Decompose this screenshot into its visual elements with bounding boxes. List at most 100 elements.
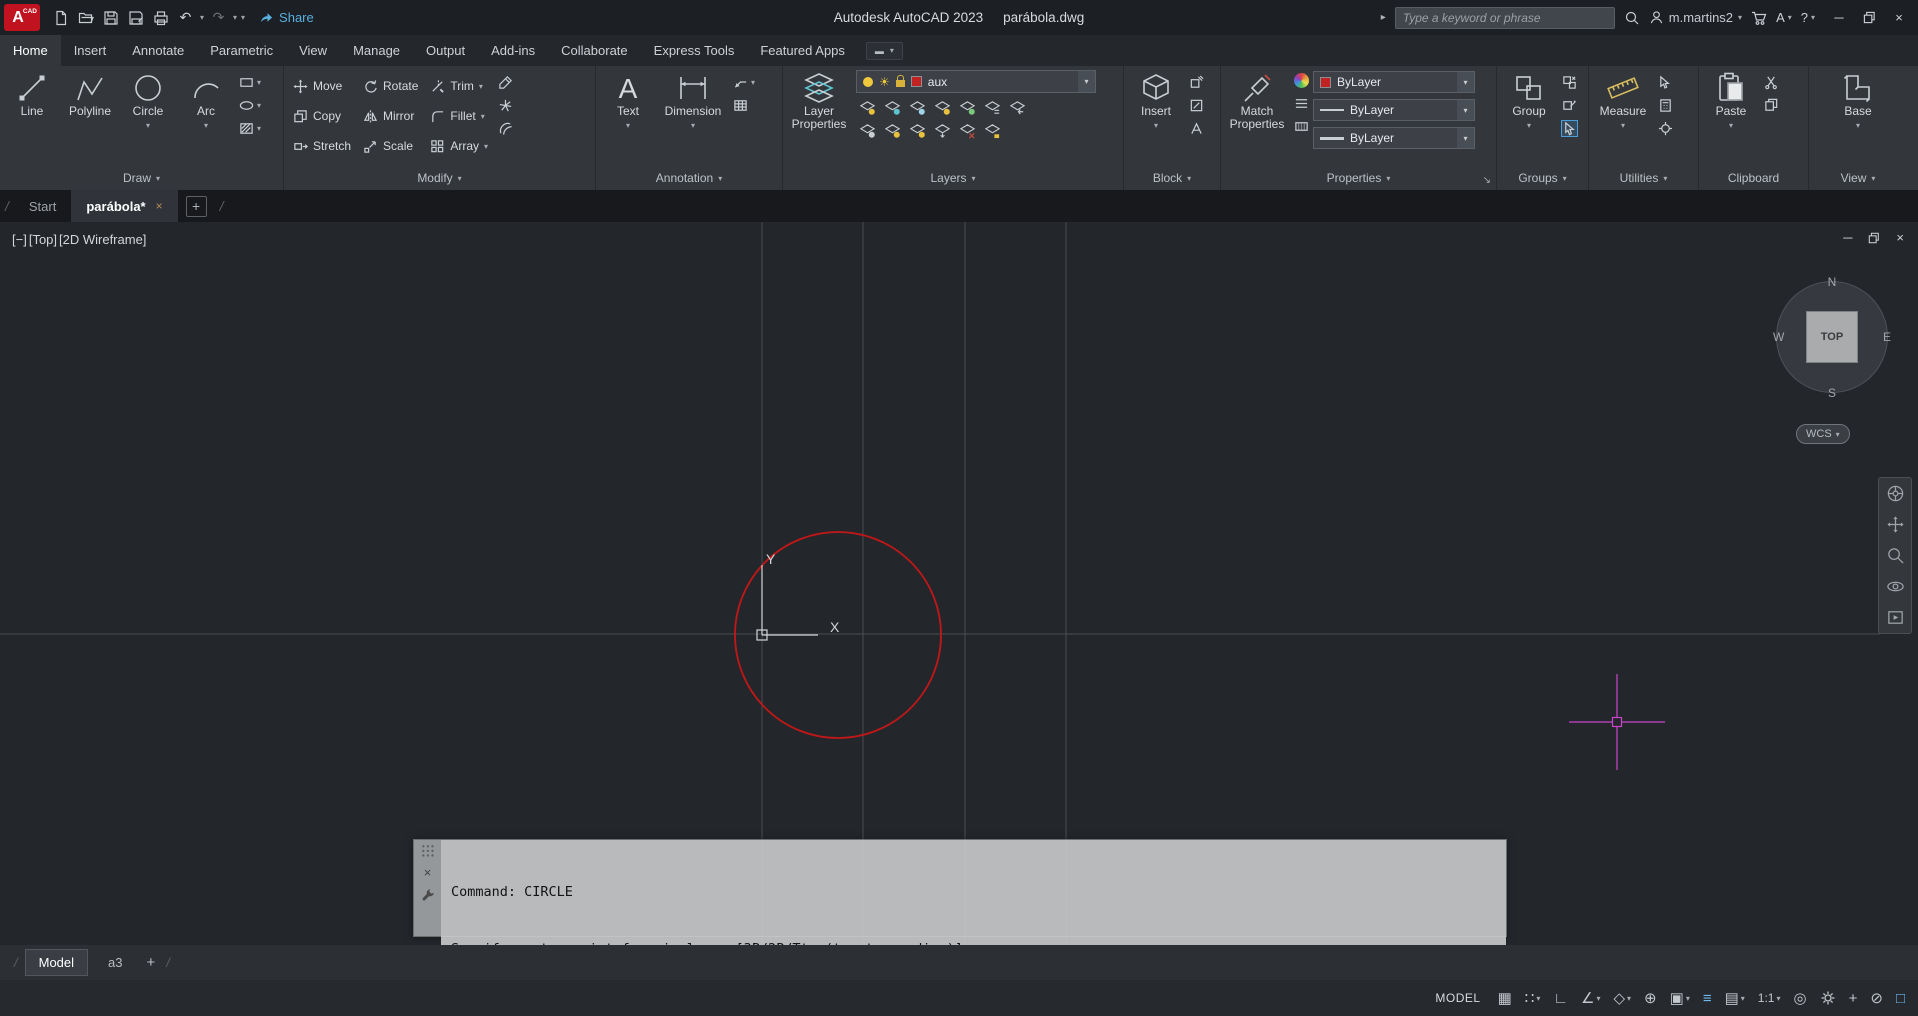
paste-dropdown-icon[interactable]: ▾ bbox=[1729, 119, 1733, 132]
wcs-menu[interactable]: WCS ▾ bbox=[1796, 424, 1850, 444]
tab-view[interactable]: View bbox=[286, 35, 340, 66]
model-space-toggle[interactable]: MODEL bbox=[1426, 991, 1489, 1005]
insert-block-button[interactable]: Insert ▾ bbox=[1127, 68, 1185, 166]
drawing-minimize-button[interactable]: ─ bbox=[1843, 230, 1852, 245]
define-attribute-button[interactable] bbox=[1189, 121, 1204, 136]
dropdown-icon[interactable]: ▾ bbox=[1686, 994, 1690, 1003]
tab-parametric[interactable]: Parametric bbox=[197, 35, 286, 66]
clean-screen-button[interactable]: □ bbox=[1891, 985, 1910, 1011]
grid-display-toggle[interactable]: ▦ bbox=[1493, 985, 1517, 1011]
fillet-dropdown-icon[interactable]: ▾ bbox=[481, 112, 485, 121]
arc-dropdown-icon[interactable]: ▾ bbox=[204, 119, 208, 132]
linetype-dropdown-arrow[interactable]: ▾ bbox=[1457, 100, 1474, 120]
dropdown-icon[interactable]: ▾ bbox=[1776, 994, 1780, 1003]
lineweight-dropdown-arrow[interactable]: ▾ bbox=[1457, 128, 1474, 148]
dropdown-icon[interactable]: ▾ bbox=[1741, 994, 1745, 1003]
layer-thaw-all-button[interactable] bbox=[884, 122, 901, 139]
layer-lock-button[interactable] bbox=[934, 99, 951, 116]
status-customization-button[interactable]: + bbox=[1844, 985, 1863, 1011]
tab-add-ins[interactable]: Add-ins bbox=[478, 35, 548, 66]
command-window-grip[interactable] bbox=[420, 844, 435, 858]
circle-button[interactable]: Circle ▾ bbox=[119, 68, 177, 166]
drawing-area[interactable]: Y X [−] [Top] [2D Wireframe] ─ × N W E S… bbox=[0, 222, 1918, 945]
trim-button[interactable]: Trim ▾ bbox=[424, 71, 494, 101]
tab-layout-a3[interactable]: a3 bbox=[95, 950, 135, 975]
steering-wheel-button[interactable] bbox=[1886, 484, 1905, 503]
orbit-button[interactable] bbox=[1886, 577, 1905, 596]
array-button[interactable]: Array ▾ bbox=[424, 131, 494, 161]
offset-button[interactable] bbox=[498, 121, 513, 136]
layer-color-swatch[interactable] bbox=[910, 76, 922, 87]
save-as-button[interactable] bbox=[123, 5, 148, 30]
tab-annotate[interactable]: Annotate bbox=[119, 35, 197, 66]
layer-match-button[interactable] bbox=[984, 99, 1001, 116]
dropdown-icon[interactable]: ▾ bbox=[1536, 994, 1540, 1003]
circle-dropdown-icon[interactable]: ▾ bbox=[146, 119, 150, 132]
group-button[interactable]: Group ▾ bbox=[1500, 68, 1558, 166]
share-button[interactable]: Share bbox=[259, 10, 314, 25]
hatch-button[interactable]: ▾ bbox=[239, 121, 261, 136]
layer-properties-button[interactable]: Layer Properties bbox=[786, 68, 852, 166]
close-button[interactable]: × bbox=[1884, 0, 1914, 35]
viewcube[interactable]: N W E S TOP bbox=[1772, 275, 1892, 400]
color-wheel-button[interactable] bbox=[1294, 73, 1309, 88]
object-color-dropdown[interactable]: ByLayer ▾ bbox=[1313, 71, 1475, 93]
transparency-button[interactable] bbox=[1294, 119, 1309, 134]
search-collapse-icon[interactable]: ▸ bbox=[1381, 12, 1386, 23]
rectangle-button[interactable]: ▾ bbox=[239, 75, 261, 90]
view-panel-label[interactable]: View ▾ bbox=[1809, 166, 1907, 190]
layer-delete-button[interactable] bbox=[959, 122, 976, 139]
table-button[interactable] bbox=[733, 98, 755, 113]
insert-dropdown-icon[interactable]: ▾ bbox=[1154, 119, 1158, 132]
color-dropdown-arrow[interactable]: ▾ bbox=[1457, 72, 1474, 92]
tab-express-tools[interactable]: Express Tools bbox=[641, 35, 748, 66]
tab-start[interactable]: Start bbox=[14, 190, 71, 222]
autodesk-account-button[interactable]: A ▾ bbox=[1776, 10, 1792, 25]
close-tab-icon[interactable]: × bbox=[156, 199, 163, 213]
plot-button[interactable] bbox=[148, 5, 173, 30]
layer-thaw-icon[interactable]: ☀ bbox=[879, 76, 890, 88]
viewcube-north[interactable]: N bbox=[1772, 275, 1892, 289]
search-button[interactable] bbox=[1624, 10, 1640, 26]
user-account-button[interactable]: m.martins2 ▾ bbox=[1649, 10, 1742, 25]
layer-dropdown[interactable]: ☀ aux ▾ bbox=[856, 70, 1096, 93]
trim-dropdown-icon[interactable]: ▾ bbox=[479, 82, 483, 91]
search-field[interactable] bbox=[1394, 6, 1615, 29]
id-point-button[interactable] bbox=[1658, 121, 1673, 136]
dialog-launcher-icon[interactable]: ↘ bbox=[1483, 175, 1491, 186]
workspace-settings-button[interactable] bbox=[1815, 985, 1841, 1011]
view-control[interactable]: [Top] bbox=[29, 232, 57, 247]
copy-button[interactable]: Copy bbox=[287, 101, 357, 131]
drawing-restore-button[interactable] bbox=[1868, 232, 1880, 244]
match-properties-button[interactable]: Match Properties bbox=[1224, 68, 1290, 166]
dropdown-icon[interactable]: ▾ bbox=[1596, 994, 1600, 1003]
save-button[interactable] bbox=[98, 5, 123, 30]
text-dropdown-icon[interactable]: ▾ bbox=[626, 119, 630, 132]
layer-lock-icon[interactable] bbox=[895, 75, 905, 87]
block-editor-button[interactable] bbox=[1189, 98, 1204, 113]
viewcube-top-face[interactable]: TOP bbox=[1806, 311, 1858, 363]
layer-unlock-button[interactable] bbox=[984, 122, 1001, 139]
tab-insert[interactable]: Insert bbox=[61, 35, 120, 66]
viewcube-west[interactable]: W bbox=[1773, 330, 1784, 344]
redo-dropdown-icon[interactable]: ▾ bbox=[233, 13, 237, 22]
polyline-button[interactable]: Polyline bbox=[61, 68, 119, 166]
layer-previous-button[interactable] bbox=[1009, 99, 1026, 116]
array-dropdown-icon[interactable]: ▾ bbox=[484, 142, 488, 151]
layer-freeze-button[interactable] bbox=[909, 99, 926, 116]
erase-button[interactable] bbox=[498, 75, 513, 90]
isodraft-toggle[interactable]: ◇ ▾ bbox=[1608, 985, 1636, 1011]
arc-button[interactable]: Arc ▾ bbox=[177, 68, 235, 166]
dimension-dropdown-icon[interactable]: ▾ bbox=[691, 119, 695, 132]
annotation-panel-label[interactable]: Annotation ▾ bbox=[596, 166, 782, 190]
tab-collaborate[interactable]: Collaborate bbox=[548, 35, 641, 66]
dimension-button[interactable]: Dimension ▾ bbox=[657, 68, 729, 166]
pan-button[interactable] bbox=[1886, 515, 1905, 534]
copy-clip-button[interactable] bbox=[1764, 98, 1779, 113]
create-block-button[interactable] bbox=[1189, 75, 1204, 90]
quick-select-button[interactable] bbox=[1658, 75, 1673, 90]
minimize-button[interactable]: ─ bbox=[1824, 0, 1854, 35]
command-customize-icon[interactable] bbox=[421, 888, 435, 902]
dropdown-icon[interactable]: ▾ bbox=[1627, 994, 1631, 1003]
groups-panel-label[interactable]: Groups ▾ bbox=[1497, 166, 1588, 190]
